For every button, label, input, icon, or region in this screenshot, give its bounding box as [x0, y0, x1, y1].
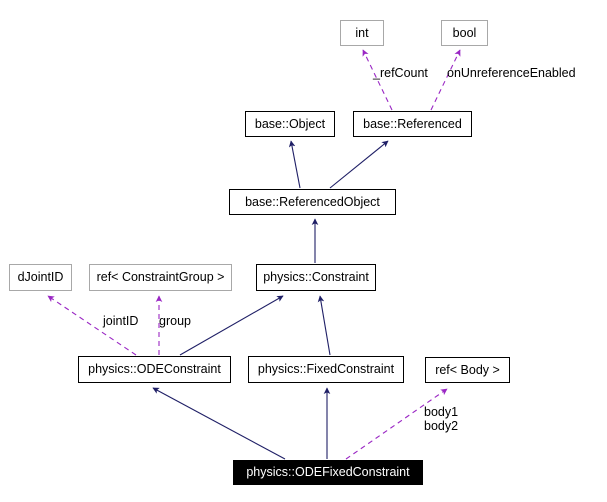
node-label: physics::Constraint [263, 270, 369, 285]
node-physics-odefixedconstraint[interactable]: physics::ODEFixedConstraint [233, 460, 423, 485]
node-base-referenced[interactable]: base::Referenced [353, 111, 472, 137]
edge-label-onunreferenceenabled: onUnreferenceEnabled [447, 66, 576, 80]
class-diagram: int bool base::Object base::Referenced b… [0, 0, 607, 502]
node-base-object[interactable]: base::Object [245, 111, 335, 137]
node-base-referencedobject[interactable]: base::ReferencedObject [229, 189, 396, 215]
node-label: int [355, 25, 369, 40]
edge-odeconstraint-constraint [179, 295, 284, 356]
node-int[interactable]: int [340, 20, 384, 46]
node-label: ref< Body > [435, 362, 500, 377]
edge-label-body1: body1 [424, 405, 459, 419]
node-physics-constraint[interactable]: physics::Constraint [256, 264, 376, 291]
node-physics-odeconstraint[interactable]: physics::ODEConstraint [78, 356, 231, 383]
edge-refobject-object [288, 140, 301, 189]
node-label: bool [452, 25, 477, 40]
node-djointid[interactable]: dJointID [9, 264, 72, 291]
edge-label-group: group [159, 314, 191, 328]
node-label: base::ReferencedObject [245, 194, 380, 209]
node-physics-fixedconstraint[interactable]: physics::FixedConstraint [248, 356, 404, 383]
node-label: base::Object [254, 116, 326, 131]
edge-odefixed-odeconstraint [152, 387, 286, 460]
edge-label-refcount: _refCount [373, 66, 428, 80]
node-label: dJointID [17, 270, 64, 285]
node-label: physics::ODEFixedConstraint [246, 465, 410, 480]
edge-label-body2: body2 [424, 419, 459, 433]
node-label: physics::ODEConstraint [88, 362, 221, 377]
node-bool[interactable]: bool [441, 20, 488, 46]
node-label: physics::FixedConstraint [257, 362, 395, 377]
edge-fixedconstraint-constraint [317, 295, 331, 356]
edge-refobject-referenced [329, 140, 389, 189]
edge-label-jointid: jointID [103, 314, 139, 328]
node-ref-constraintgroup[interactable]: ref< ConstraintGroup > [89, 264, 232, 291]
node-label: ref< ConstraintGroup > [96, 270, 225, 285]
node-ref-body[interactable]: ref< Body > [425, 357, 510, 383]
node-label: base::Referenced [363, 116, 462, 131]
